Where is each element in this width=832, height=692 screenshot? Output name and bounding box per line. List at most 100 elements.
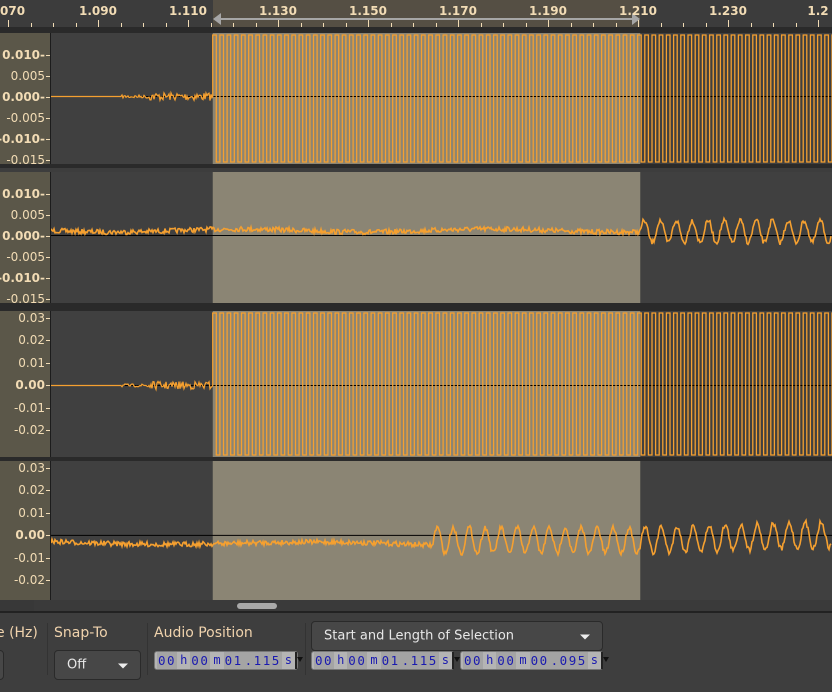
toolbar-separator xyxy=(305,623,306,675)
amplitude-tick xyxy=(46,490,50,492)
waveform-area[interactable] xyxy=(51,172,832,303)
waveform-area[interactable] xyxy=(51,33,832,164)
chevron-down-icon xyxy=(580,634,590,640)
amplitude-tick xyxy=(46,75,50,77)
minutes-unit: m xyxy=(519,653,527,667)
waveform-area[interactable] xyxy=(51,461,832,600)
hours-digits[interactable]: 00 xyxy=(314,652,335,669)
fraction-digits[interactable]: .115 xyxy=(243,652,282,669)
vertical-amplitude-ruler[interactable]: 0.010- 0.005 0.000- -0.005 -0.010- -0.015 xyxy=(0,172,51,306)
hours-unit: h xyxy=(180,653,188,667)
ruler-major-tick xyxy=(548,20,549,27)
minutes-digits[interactable]: 00 xyxy=(347,652,368,669)
hours-unit: h xyxy=(337,653,345,667)
amplitude-label: 0.005 xyxy=(10,207,45,222)
minutes-digits[interactable]: 00 xyxy=(496,652,517,669)
ruler-major-tick xyxy=(98,20,99,27)
vertical-amplitude-ruler[interactable]: 0.010- 0.005 0.000- -0.005 -0.010- -0.015 xyxy=(0,33,51,167)
minutes-unit: m xyxy=(370,653,378,667)
vertical-amplitude-ruler[interactable]: 0.03 0.02 0.01 0.00 -0.01 -0.02 xyxy=(0,461,51,600)
ruler-major-tick xyxy=(188,20,189,27)
snap-to-dropdown[interactable]: Off xyxy=(54,650,141,680)
fraction-digits[interactable]: .095 xyxy=(549,652,588,669)
amplitude-label: 0.00 xyxy=(15,528,45,543)
timeline-ruler[interactable]: 070 1.090 1.110 1.130 1.150 1.170 1.190 1.210 1.… xyxy=(0,0,832,29)
amplitude-label: 0.005 xyxy=(10,68,45,83)
horizontal-scrollbar[interactable] xyxy=(0,600,832,611)
waveform-svg xyxy=(51,461,832,600)
selection-mode-value: Start and Length of Selection xyxy=(324,628,515,644)
selection-start-handle-icon[interactable] xyxy=(212,13,221,25)
amplitude-label: -0.005 xyxy=(6,110,45,125)
ruler-tick-label: 1.170 xyxy=(439,4,477,18)
amplitude-label: -0.01 xyxy=(13,550,45,565)
amplitude-tick xyxy=(46,96,50,98)
ruler-major-tick xyxy=(638,20,639,27)
amplitude-tick xyxy=(46,407,50,409)
ruler-major-tick xyxy=(728,20,729,27)
waveform-svg xyxy=(51,33,832,164)
snap-to-label: Snap-To xyxy=(54,625,108,641)
amplitude-tick xyxy=(46,138,50,140)
amplitude-tick xyxy=(46,117,50,119)
fraction-digits[interactable]: .115 xyxy=(400,652,439,669)
selection-mode-dropdown[interactable]: Start and Length of Selection xyxy=(311,621,603,651)
amplitude-tick xyxy=(46,298,50,300)
seconds-digits[interactable]: 00 xyxy=(529,652,550,669)
track-1[interactable]: 0.010- 0.005 0.000- -0.005 -0.010- -0.015 xyxy=(0,33,832,167)
project-rate-label: e (Hz) xyxy=(0,625,38,641)
minutes-digits[interactable]: 00 xyxy=(190,652,211,669)
amplitude-label: 0.03 xyxy=(18,460,45,475)
selection-highlight[interactable] xyxy=(212,461,641,600)
seconds-digits[interactable]: 01 xyxy=(380,652,401,669)
format-menu-button[interactable] xyxy=(295,652,303,669)
seconds-digits[interactable]: 01 xyxy=(223,652,244,669)
toolbar-separator xyxy=(147,623,148,675)
ruler-major-tick xyxy=(278,20,279,27)
ruler-tick-label: 1.150 xyxy=(349,4,387,18)
amplitude-tick xyxy=(46,214,50,216)
hours-digits[interactable]: 00 xyxy=(463,652,484,669)
amplitude-label: -0.010- xyxy=(0,270,45,285)
amplitude-tick xyxy=(46,235,50,237)
amplitude-tick xyxy=(46,580,50,582)
waveform-svg xyxy=(51,172,832,303)
scrollbar-track[interactable] xyxy=(34,600,832,611)
amplitude-tick xyxy=(46,54,50,56)
ruler-major-tick xyxy=(458,20,459,27)
chevron-down-icon xyxy=(118,663,128,669)
vertical-amplitude-ruler[interactable]: 0.03 0.02 0.01 0.00 -0.01 -0.02 xyxy=(0,311,51,457)
selection-highlight[interactable] xyxy=(212,172,641,303)
snap-to-value: Off xyxy=(67,657,87,673)
selection-start-field[interactable]: 00 h 00 m 01.115 s xyxy=(311,651,460,670)
amplitude-label: 0.010- xyxy=(2,186,45,201)
amplitude-label: 0.03 xyxy=(18,310,45,325)
ruler-major-tick xyxy=(368,20,369,27)
amplitude-label: 0.000- xyxy=(2,228,45,243)
amplitude-label: 0.01 xyxy=(18,355,45,370)
amplitude-label: 0.01 xyxy=(18,505,45,520)
amplitude-label: -0.005 xyxy=(6,249,45,264)
project-rate-combo[interactable] xyxy=(0,650,4,680)
amplitude-label: -0.02 xyxy=(13,423,45,438)
track-2[interactable]: 0.010- 0.005 0.000- -0.005 -0.010- -0.015 xyxy=(0,172,832,306)
seconds-unit: s xyxy=(441,653,449,667)
amplitude-tick xyxy=(46,535,50,537)
ruler-tick-label: 1.110 xyxy=(169,4,207,18)
ruler-tick-label: 1.230 xyxy=(709,4,747,18)
amplitude-tick xyxy=(46,340,50,342)
seconds-unit: s xyxy=(590,653,598,667)
scrollbar-thumb[interactable] xyxy=(237,603,277,609)
track-3[interactable]: 0.03 0.02 0.01 0.00 -0.01 -0.02 xyxy=(0,311,832,457)
format-menu-button[interactable] xyxy=(452,652,460,669)
waveform-svg xyxy=(51,311,832,457)
amplitude-label: 0.000- xyxy=(2,89,45,104)
track-4[interactable]: 0.03 0.02 0.01 0.00 -0.01 -0.02 xyxy=(0,461,832,600)
hours-digits[interactable]: 00 xyxy=(157,652,178,669)
audio-position-field[interactable]: 00 h 00 m 01.115 s xyxy=(154,651,303,670)
waveform-area[interactable] xyxy=(51,311,832,457)
format-menu-button[interactable] xyxy=(601,652,609,669)
selection-length-field[interactable]: 00 h 00 m 00.095 s xyxy=(460,651,609,670)
amplitude-label: -0.015 xyxy=(6,291,45,306)
ruler-tick-label: 1.190 xyxy=(529,4,567,18)
